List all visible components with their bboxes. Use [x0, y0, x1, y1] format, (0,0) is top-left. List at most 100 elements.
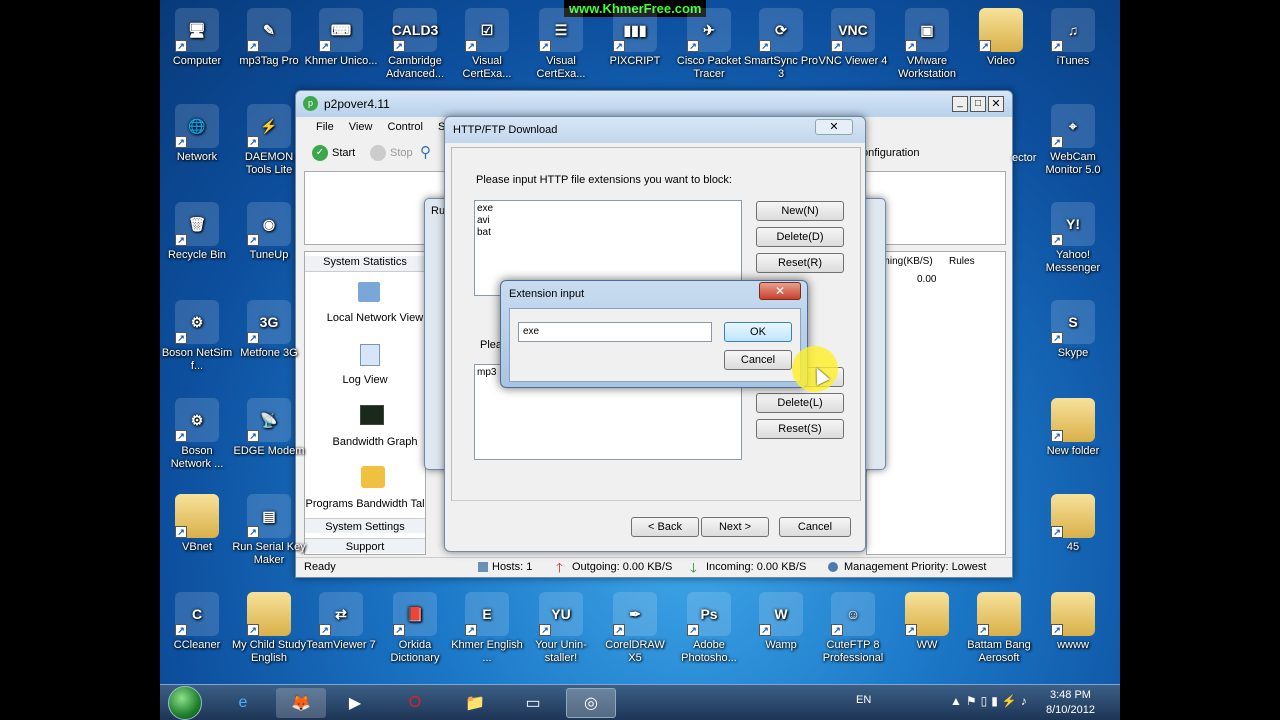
desktop-icon[interactable]: C ↗ CCleaner: [160, 592, 234, 652]
extension-input-dialog: Extension input ✕ exe OK Cancel: [500, 280, 808, 388]
search-icon[interactable]: ⚲: [420, 143, 431, 161]
menu-control[interactable]: Control: [388, 121, 423, 133]
sidebar-log-view[interactable]: Log View: [305, 374, 425, 386]
desktop-icon[interactable]: ↗ New folder: [1036, 398, 1110, 458]
delete-button-2[interactable]: Delete(L): [756, 393, 844, 413]
desktop-icon[interactable]: ⚡ ↗ DAEMON Tools Lite: [232, 104, 306, 177]
desktop-icon[interactable]: 📕 ↗ Orkida Dictionary: [378, 592, 452, 665]
desktop-icon[interactable]: S ↗ Skype: [1036, 300, 1110, 360]
desktop-icon[interactable]: ☰ ↗ Visual CertExa...: [524, 8, 598, 81]
desktop-icon[interactable]: ✈ ↗ Cisco Packet Tracer: [672, 8, 746, 81]
window-title: p2pover4.11: [324, 97, 390, 111]
desktop-icon[interactable]: ↗ My Child Study English: [232, 592, 306, 665]
http-ftp-close-button[interactable]: ✕: [815, 119, 853, 135]
desktop-icon[interactable]: VNC ↗ VNC Viewer 4: [816, 8, 890, 68]
minimize-button[interactable]: _: [952, 96, 968, 112]
delete-button[interactable]: Delete(D): [756, 227, 844, 247]
desktop-icon[interactable]: ⚙ ↗ Boson Network ...: [160, 398, 234, 471]
desktop-icon[interactable]: ⟳ ↗ SmartSync Pro 3: [744, 8, 818, 81]
shortcut-icon: E ↗: [465, 592, 509, 636]
taskbar-p2pover-icon[interactable]: ◎: [566, 688, 616, 718]
language-indicator[interactable]: EN: [856, 694, 871, 706]
desktop-icon[interactable]: ↗ WW: [890, 592, 964, 652]
close-button[interactable]: ✕: [988, 96, 1004, 112]
ok-button[interactable]: OK: [724, 322, 792, 342]
desktop-icon[interactable]: ⌨ ↗ Khmer Unico...: [304, 8, 378, 68]
extension-input-field[interactable]: exe: [518, 322, 712, 342]
extension-close-button[interactable]: ✕: [759, 282, 801, 300]
desktop-icon[interactable]: ☑ ↗ Visual CertExa...: [450, 8, 524, 81]
shortcut-icon: ◉ ↗: [247, 202, 291, 246]
desktop-icon[interactable]: 📡 ↗ EDGE Modem: [232, 398, 306, 458]
configuration-button[interactable]: onfiguration: [862, 147, 920, 159]
desktop-icon[interactable]: ⌖ ↗ WebCam Monitor 5.0: [1036, 104, 1110, 177]
col-rules[interactable]: Rules: [949, 256, 975, 267]
sidebar-programs-bandwidth[interactable]: Programs Bandwidth Tal: [305, 498, 425, 510]
desktop-icon[interactable]: ✒ ↗ CorelDRAW X5: [598, 592, 672, 665]
shortcut-arrow-icon: ↗: [175, 526, 187, 538]
reset-button[interactable]: Reset(R): [756, 253, 844, 273]
desktop-icon[interactable]: ⚙ ↗ Boson NetSim f...: [160, 300, 234, 373]
new-button[interactable]: New(N): [756, 201, 844, 221]
desktop-icon[interactable]: W ↗ Wamp: [744, 592, 818, 652]
taskbar-opera-icon[interactable]: O: [390, 688, 440, 718]
desktop-icon-label: Video: [987, 55, 1015, 67]
taskbar-media-icon[interactable]: ▶: [330, 688, 380, 718]
desktop-icon[interactable]: ↗ 45: [1036, 494, 1110, 554]
desktop-icon[interactable]: ↗ Video: [964, 8, 1038, 68]
desktop-icon[interactable]: ⇄ ↗ TeamViewer 7: [304, 592, 378, 652]
ext-item[interactable]: bat: [477, 227, 739, 239]
icon-glyph: ☰: [554, 21, 568, 38]
desktop-icon[interactable]: ↗ wwww: [1036, 592, 1110, 652]
desktop-icon[interactable]: ✎ ↗ mp3Tag Pro: [232, 8, 306, 68]
shortcut-arrow-icon: ↗: [175, 234, 187, 246]
ext-item[interactable]: avi: [477, 215, 739, 227]
taskbar-window-icon[interactable]: ▭: [508, 688, 558, 718]
back-button[interactable]: < Back: [631, 517, 699, 537]
shortcut-arrow-icon: ↗: [175, 40, 187, 52]
clock-time[interactable]: 3:48 PM: [1050, 689, 1091, 701]
start-orb[interactable]: [168, 686, 202, 720]
stop-button[interactable]: Stop: [390, 147, 413, 159]
cancel-button[interactable]: Cancel: [779, 517, 851, 537]
desktop-icon[interactable]: Y! ↗ Yahoo! Messenger: [1036, 202, 1110, 275]
desktop-icon[interactable]: Ps ↗ Adobe Photosho...: [672, 592, 746, 665]
desktop-icon[interactable]: ☺ ↗ CuteFTP 8 Professional: [816, 592, 890, 665]
desktop-icon[interactable]: E ↗ Khmer English ...: [450, 592, 524, 665]
desktop-icon[interactable]: ◉ ↗ TuneUp: [232, 202, 306, 262]
desktop-icon[interactable]: 🌐 ↗ Network: [160, 104, 234, 164]
shortcut-arrow-icon: ↗: [759, 624, 771, 636]
shortcut-arrow-icon: ↗: [247, 40, 259, 52]
taskbar-ie-icon[interactable]: e: [218, 688, 268, 718]
taskbar-firefox-icon[interactable]: 🦊: [276, 688, 326, 718]
desktop-icon[interactable]: ▣ ↗ VMware Workstation: [890, 8, 964, 81]
shortcut-icon: ▣ ↗: [905, 8, 949, 52]
tray-icons[interactable]: ▲⚑▯▮⚡♪: [950, 694, 1031, 708]
sidebar-support[interactable]: Support: [305, 538, 425, 553]
ext-item[interactable]: exe: [477, 203, 739, 215]
shortcut-icon: ↗: [979, 8, 1023, 52]
reset-button-2[interactable]: Reset(S): [756, 419, 844, 439]
desktop-icon[interactable]: CALD3 ↗ Cambridge Advanced...: [378, 8, 452, 81]
desktop-icon[interactable]: ▤ ↗ Run Serial Key Maker: [232, 494, 306, 567]
extension-cancel-button[interactable]: Cancel: [724, 350, 792, 370]
desktop-icon[interactable]: ♫ ↗ iTunes: [1036, 8, 1110, 68]
next-button[interactable]: Next >: [701, 517, 769, 537]
menu-file[interactable]: File: [316, 121, 334, 133]
desktop-icon-label: Visual CertExa...: [536, 55, 586, 80]
shortcut-arrow-icon: ↗: [247, 430, 259, 442]
desktop-icon[interactable]: YU ↗ Your Unin-staller!: [524, 592, 598, 665]
start-button[interactable]: Start: [332, 147, 355, 159]
menu-view[interactable]: View: [349, 121, 373, 133]
desktop-icon[interactable]: 🗑 ↗ Recycle Bin: [160, 202, 234, 262]
desktop-icon[interactable]: 🖥 ↗ Computer: [160, 8, 234, 68]
sidebar-system-statistics[interactable]: System Statistics: [305, 256, 425, 272]
taskbar-explorer-icon[interactable]: 📁: [450, 688, 500, 718]
desktop-icon[interactable]: ▮▮▮ ↗ PIXCRIPT: [598, 8, 672, 68]
desktop-icon[interactable]: ↗ Battam Bang Aerosoft: [962, 592, 1036, 665]
maximize-button[interactable]: □: [970, 96, 986, 112]
clock-date[interactable]: 8/10/2012: [1046, 704, 1095, 716]
desktop-icon[interactable]: ↗ VBnet: [160, 494, 234, 554]
sidebar-system-settings[interactable]: System Settings: [305, 518, 425, 533]
desktop-icon[interactable]: 3G ↗ Metfone 3G: [232, 300, 306, 360]
